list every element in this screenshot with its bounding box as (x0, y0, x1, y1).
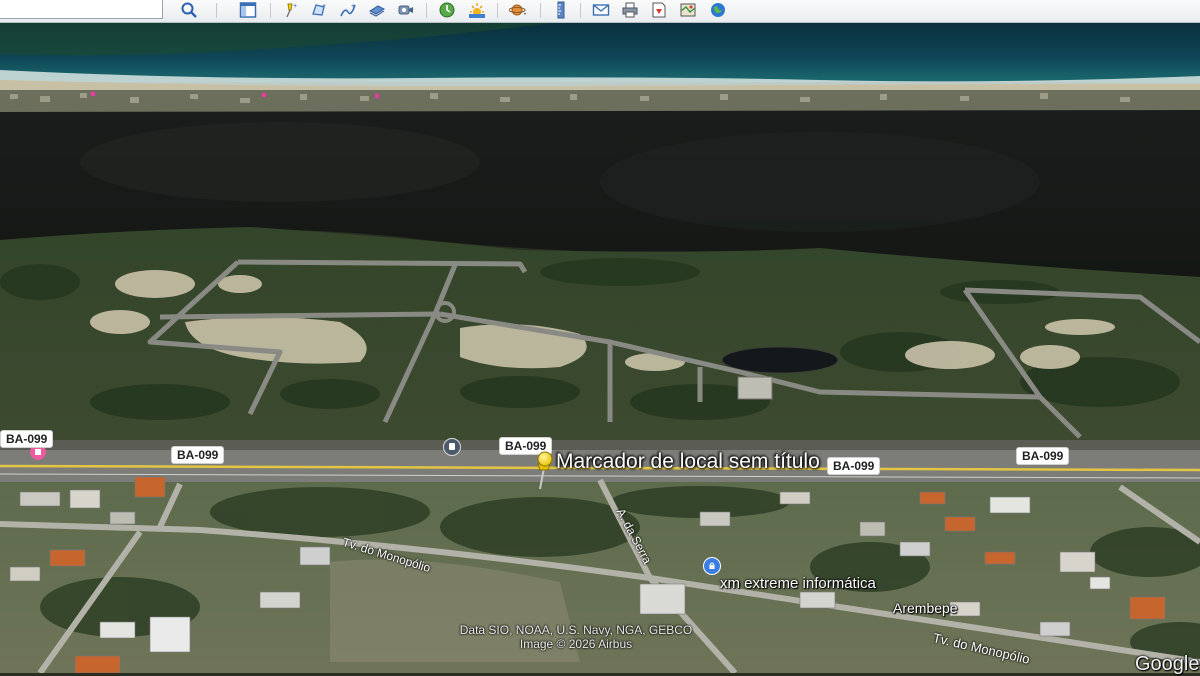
add-polygon-icon[interactable]: + (307, 0, 331, 20)
svg-text:+: + (351, 3, 355, 10)
search-icon[interactable] (177, 0, 201, 20)
placemark-title[interactable]: Marcador de local sem título (556, 450, 820, 474)
attribution-line: Data SIO, NOAA, U.S. Navy, NGA, GEBCO (459, 623, 693, 637)
store-pin-icon[interactable] (703, 557, 721, 575)
attribution: Data SIO, NOAA, U.S. Navy, NGA, GEBCO Im… (436, 623, 716, 651)
view-in-maps-icon[interactable] (676, 0, 700, 20)
print-icon[interactable] (618, 0, 642, 20)
poi-label[interactable]: xm extreme informática (720, 575, 876, 592)
planets-icon[interactable] (506, 0, 530, 20)
toolbar: + + + (0, 0, 1200, 23)
road-label: BA-099 (827, 457, 881, 475)
save-image-icon[interactable] (647, 0, 671, 20)
email-icon[interactable] (589, 0, 613, 20)
earth-icon[interactable] (706, 0, 730, 20)
record-tour-icon[interactable] (394, 0, 418, 20)
bus-stop-icon[interactable] (443, 438, 461, 456)
attribution-line: Image © 2026 Airbus (519, 637, 633, 651)
sunlight-icon[interactable] (465, 0, 489, 20)
add-image-overlay-icon[interactable] (365, 0, 389, 20)
svg-text:+: + (322, 3, 326, 10)
add-placemark-icon[interactable]: + (278, 0, 302, 20)
add-path-icon[interactable]: + (336, 0, 360, 20)
road-label: BA-099 (1016, 447, 1070, 465)
sidebar-toggle-icon[interactable] (236, 0, 260, 20)
search-input[interactable] (0, 0, 163, 19)
satellite-map[interactable]: BA-099 BA-099 BA-099 BA-099 BA-099 Marca… (0, 22, 1200, 675)
road-label: BA-099 (171, 446, 225, 464)
historical-imagery-icon[interactable] (435, 0, 459, 20)
town-label: Arembepe (893, 600, 958, 616)
road-label: BA-099 (0, 430, 54, 448)
svg-text:+: + (293, 3, 297, 10)
ruler-icon[interactable] (549, 0, 573, 20)
satellite-imagery (0, 22, 1200, 673)
